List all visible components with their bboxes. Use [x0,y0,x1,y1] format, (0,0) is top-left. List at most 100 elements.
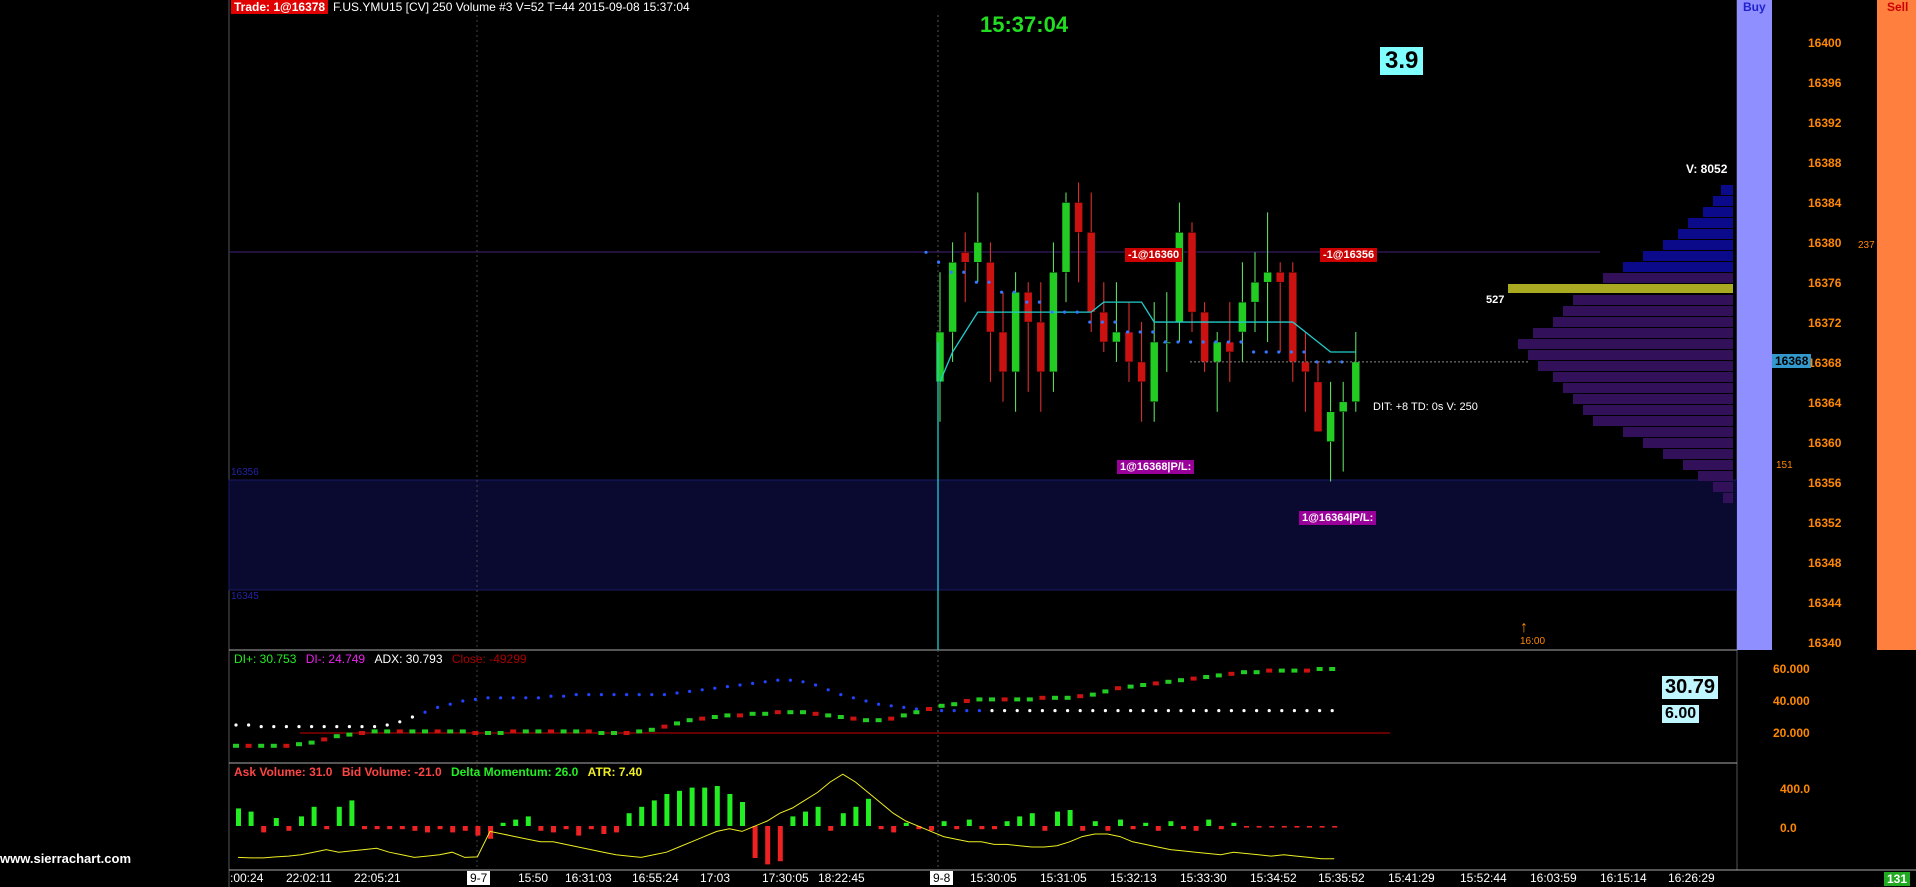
candle-body [1263,271,1272,283]
adx-dot [310,725,314,729]
adx-dot [751,681,755,686]
stop-dot [1025,300,1029,304]
bid-volume-bar [614,826,619,833]
time-axis-label: 18:22:45 [818,871,865,885]
bid-volume-bar [954,826,960,830]
adx-dot [1292,709,1296,713]
di-bar [1102,689,1109,694]
time-axis-label: 22:05:21 [354,871,401,885]
sell-label[interactable]: Sell [1887,0,1908,14]
stop-dot [1302,350,1306,354]
adx-dot [977,709,982,713]
ask-volume-bar [236,808,241,826]
bid-volume-bar [462,826,468,831]
volume-profile-bar [1698,471,1733,481]
adx-dot [826,688,830,692]
stop-dot [1138,330,1142,334]
stop-dot [1063,310,1067,314]
volume-legend: Ask Volume: 31.0 Bid Volume: -21.0 Delta… [234,765,642,779]
stop-dot [1226,340,1230,344]
time-axis-label: 16:26:29 [1668,871,1715,885]
buy-label[interactable]: Buy [1743,0,1766,14]
adx-dot [700,688,704,692]
candle-body [1212,341,1222,363]
sell-order-tag-2[interactable]: -1@16356 [1320,248,1378,262]
price-axis-label: 16360 [1808,436,1842,450]
price-axis-label: 16380 [1808,236,1842,250]
candle-body [998,331,1008,373]
zone-lower-label: 16345 [231,591,259,602]
adx-dot [1179,709,1183,713]
adx-dot [1078,709,1082,713]
volume-profile-total: V: 8052 [1686,162,1728,176]
fill-tag-1[interactable]: 1@16368|P/L: [1117,460,1195,474]
sierrachart-watermark[interactable]: www.sierrachart.com [0,851,131,866]
di-bar [1115,686,1121,691]
bid-volume-bar [1155,826,1161,831]
di-bar [812,711,819,716]
stop-dot [1201,340,1205,344]
adx-dot [436,705,440,710]
adx-dot [587,693,591,697]
chart-canvas[interactable] [0,0,1916,887]
ask-volume-bar [1017,816,1023,826]
sell-order-tag-1[interactable]: -1@16360 [1125,248,1183,262]
bid-volume-bar [828,826,834,831]
di-bar [346,732,353,737]
di-bar [270,743,277,748]
atr-label: ATR: 7.40 [587,765,643,779]
di-bar [560,729,567,734]
bid-volume-bar [437,826,443,830]
adx-dot [952,709,956,713]
ask-volume-bar [702,787,708,826]
volume-profile-bar [1563,306,1733,316]
bid-volume-bar [1080,826,1086,831]
adx-label: ADX: 30.793 [374,652,443,666]
ask-volume-bar [626,813,632,826]
di-bar [774,710,781,715]
candle-body [986,262,995,333]
di-bar [1316,667,1323,671]
corner-value: 131 [1884,872,1911,886]
bid-volume-bar [1218,826,1224,830]
adx-dot [1267,709,1271,713]
ask-volume-bar [689,787,695,826]
stop-dot [924,250,928,254]
candle-body [1074,202,1083,233]
adx-dot [574,693,578,697]
adx-dot [1053,709,1057,713]
adx-dot [650,693,654,697]
bid-volume-bar [588,826,594,830]
adx-dot [272,725,276,729]
adx-dot [549,694,553,698]
time-axis-label: 16:03:59 [1530,871,1577,885]
bid-volume-bar [399,826,405,830]
adx-dot [511,696,515,700]
bid-volume-bar [1130,826,1136,830]
ask-volume-bar [727,794,733,826]
time-axis-label: 15:35:52 [1318,871,1365,885]
bid-volume-bar [261,826,267,833]
volume-profile-bar [1623,427,1733,437]
chart-title: F.US.YMU15 [CV] 250 Volume #3 V=52 T=44 … [333,0,690,14]
volume-profile-bar [1533,328,1733,338]
sell-column[interactable] [1877,0,1916,650]
adx-dot [1116,709,1120,713]
di-bar [1266,668,1273,673]
dmi-axis-2: 40.000 [1773,694,1810,708]
ask-volume-bar [336,806,342,826]
adx-dot [423,710,427,714]
ask-volume-bar [941,821,947,826]
stop-dot [1088,320,1092,324]
di-bar [699,716,706,721]
volume-profile-bar [1553,317,1733,327]
zone-upper-label: 16356 [231,467,259,478]
adx-dot [1103,709,1107,713]
di-bar [686,718,693,723]
fill-tag-2[interactable]: 1@16364|P/L: [1299,511,1377,525]
trade-badge[interactable]: Trade: 1@16378 [231,0,329,14]
buy-column[interactable] [1737,0,1772,650]
stop-dot [937,260,941,264]
ask-volume-bar [1143,822,1149,826]
di-bar [623,731,630,735]
